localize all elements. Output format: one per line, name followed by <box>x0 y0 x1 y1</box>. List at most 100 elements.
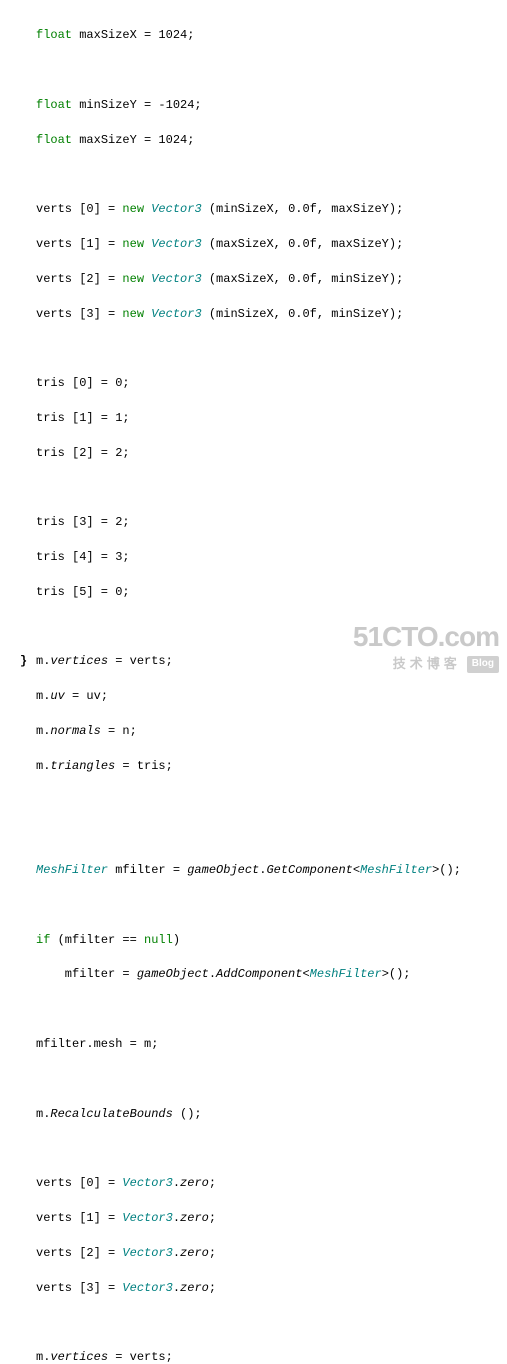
code-text: . <box>173 1281 180 1295</box>
code-line: m.normals = n; <box>36 723 507 740</box>
blank-line <box>36 827 507 844</box>
code-text: . <box>173 1176 180 1190</box>
code-text: < <box>353 863 360 877</box>
code-text: verts [3] = <box>36 307 122 321</box>
code-line: tris [1] = 1; <box>36 410 507 427</box>
code-text: ; <box>209 1211 216 1225</box>
code-line: float maxSizeX = 1024; <box>36 27 507 44</box>
code-line: tris [5] = 0; <box>36 584 507 601</box>
code-line: tris [4] = 3; <box>36 549 507 566</box>
code-text: verts [0] = <box>36 202 122 216</box>
property: uv <box>50 689 64 703</box>
keyword: if <box>36 933 50 947</box>
property: zero <box>180 1211 209 1225</box>
keyword: new <box>122 237 144 251</box>
code-line: verts [0] = new Vector3 (minSizeX, 0.0f,… <box>36 201 507 218</box>
code-line: tris [0] = 0; <box>36 375 507 392</box>
code-line: MeshFilter mfilter = gameObject.GetCompo… <box>36 862 507 879</box>
property: gameObject <box>137 967 209 981</box>
type-name: Vector3 <box>151 307 201 321</box>
code-text: >(); <box>432 863 461 877</box>
code-text: = verts; <box>108 654 173 668</box>
code-text: (minSizeX, 0.0f, maxSizeY); <box>202 202 404 216</box>
blank-line <box>36 340 507 357</box>
blank-line <box>36 167 507 184</box>
type-name: MeshFilter <box>310 967 382 981</box>
type-name: MeshFilter <box>360 863 432 877</box>
code-text: ; <box>209 1176 216 1190</box>
code-text: minSizeY = -1024; <box>72 98 202 112</box>
method: RecalculateBounds <box>50 1107 172 1121</box>
code-text: m. <box>36 724 50 738</box>
code-line: tris [3] = 2; <box>36 514 507 531</box>
method: AddComponent <box>216 967 302 981</box>
code-line: m.vertices = verts; <box>36 653 507 670</box>
code-text: maxSizeX = 1024; <box>72 28 194 42</box>
code-line: verts [3] = new Vector3 (minSizeX, 0.0f,… <box>36 306 507 323</box>
code-line: m.RecalculateBounds (); <box>36 1106 507 1123</box>
code-line: m.vertices = verts; <box>36 1349 507 1364</box>
blank-line <box>36 1001 507 1018</box>
property: zero <box>180 1246 209 1260</box>
code-text: ; <box>209 1281 216 1295</box>
blank-line <box>36 1071 507 1088</box>
code-text: (mfilter == <box>50 933 144 947</box>
code-text: . <box>173 1246 180 1260</box>
code-text: verts [2] = <box>36 272 122 286</box>
code-text: mfilter = <box>108 863 187 877</box>
code-line: verts [1] = Vector3.zero; <box>36 1210 507 1227</box>
code-text: (); <box>173 1107 202 1121</box>
code-line: m.uv = uv; <box>36 688 507 705</box>
code-text: < <box>302 967 309 981</box>
code-text: verts [1] = <box>36 1211 122 1225</box>
type-name: Vector3 <box>122 1246 172 1260</box>
code-text: m. <box>36 689 50 703</box>
code-text: m. <box>36 1107 50 1121</box>
code-text: >(); <box>382 967 411 981</box>
blank-line <box>36 793 507 810</box>
type-name: Vector3 <box>151 272 201 286</box>
code-text: m. <box>36 1350 50 1364</box>
code-text: . <box>173 1211 180 1225</box>
type-name: Vector3 <box>151 237 201 251</box>
code-text: verts [3] = <box>36 1281 122 1295</box>
code-text: (minSizeX, 0.0f, minSizeY); <box>202 307 404 321</box>
keyword: float <box>36 133 72 147</box>
code-line: if (mfilter == null) <box>36 932 507 949</box>
property: vertices <box>50 654 108 668</box>
keyword: float <box>36 28 72 42</box>
code-line: verts [1] = new Vector3 (maxSizeX, 0.0f,… <box>36 236 507 253</box>
blank-line <box>36 480 507 497</box>
type-name: Vector3 <box>122 1211 172 1225</box>
code-text: = verts; <box>108 1350 173 1364</box>
property: zero <box>180 1176 209 1190</box>
code-text: mfilter = <box>36 967 137 981</box>
code-text: (maxSizeX, 0.0f, minSizeY); <box>202 272 404 286</box>
code-text: verts [2] = <box>36 1246 122 1260</box>
code-text: = uv; <box>65 689 108 703</box>
blank-line <box>36 897 507 914</box>
type-name: Vector3 <box>122 1281 172 1295</box>
property: vertices <box>50 1350 108 1364</box>
code-line: verts [0] = Vector3.zero; <box>36 1175 507 1192</box>
blank-line <box>36 1140 507 1157</box>
code-text: m. <box>36 654 50 668</box>
blank-line <box>36 62 507 79</box>
keyword: null <box>144 933 173 947</box>
closing-brace: } <box>20 653 27 670</box>
property: zero <box>180 1281 209 1295</box>
code-line: verts [3] = Vector3.zero; <box>36 1280 507 1297</box>
code-text: verts [1] = <box>36 237 122 251</box>
keyword: float <box>36 98 72 112</box>
method: GetComponent <box>266 863 352 877</box>
code-line: m.triangles = tris; <box>36 758 507 775</box>
code-block: float maxSizeX = 1024; float minSizeY = … <box>0 0 507 1364</box>
code-line: mfilter.mesh = m; <box>36 1036 507 1053</box>
code-text: ) <box>173 933 180 947</box>
code-line: verts [2] = Vector3.zero; <box>36 1245 507 1262</box>
blank-line <box>36 619 507 636</box>
blank-line <box>36 1314 507 1331</box>
code-text: maxSizeY = 1024; <box>72 133 194 147</box>
code-line: float minSizeY = -1024; <box>36 97 507 114</box>
code-text: . <box>209 967 216 981</box>
